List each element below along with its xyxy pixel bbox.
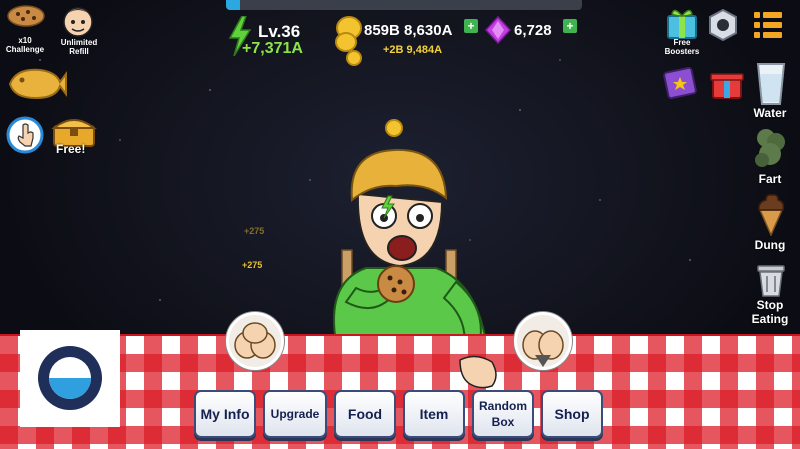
eating-character[interactable] xyxy=(296,142,506,342)
coin-stack-icon xyxy=(335,16,362,66)
fish-pastry-icon xyxy=(8,68,67,100)
flying-coin-icon xyxy=(385,119,403,137)
dung-label: Dung xyxy=(754,238,786,252)
trash-can-icon xyxy=(757,265,785,297)
unlimited-refill-button[interactable] xyxy=(58,3,98,39)
app-logo-icon xyxy=(38,346,102,410)
app-logo-box xyxy=(20,330,120,427)
my-info-button[interactable]: My Info xyxy=(194,390,256,438)
gem-count-text: 6,728 xyxy=(514,22,552,39)
menu-list-button[interactable] xyxy=(752,10,784,40)
tablecloth xyxy=(0,334,800,449)
add-gems-button[interactable]: + xyxy=(563,19,577,33)
random-box-button[interactable]: Random Box xyxy=(472,390,534,438)
fart-label: Fart xyxy=(758,172,782,186)
water-glass-icon xyxy=(756,63,786,105)
gift-box-icon xyxy=(667,9,697,39)
tap-hint-button[interactable] xyxy=(6,116,44,154)
gift-button[interactable] xyxy=(708,64,746,100)
free-label: Free! xyxy=(56,142,86,156)
floating-gain-text: +275 xyxy=(244,226,265,236)
coin-rate-text: +2B 9,484A xyxy=(383,44,443,56)
butt-icon xyxy=(234,322,276,359)
challenge-label: x10 Challenge xyxy=(5,36,45,54)
fart-button[interactable] xyxy=(752,126,790,170)
level-bonus-text: +7,371A xyxy=(242,40,303,57)
red-gift-icon xyxy=(710,73,744,99)
item-button[interactable]: Item xyxy=(403,390,465,438)
level-text: Lv.36 xyxy=(258,22,301,41)
gem-icon xyxy=(484,16,512,44)
dung-button[interactable] xyxy=(754,192,788,237)
book-button[interactable] xyxy=(662,64,700,100)
floating-gain-text: +275 xyxy=(242,260,263,270)
book-icon xyxy=(663,66,697,100)
list-menu-icon xyxy=(754,12,782,38)
character-hand xyxy=(459,355,497,389)
gas-cloud-icon xyxy=(755,129,785,167)
settings-button[interactable] xyxy=(706,8,740,42)
pointing-hand-icon xyxy=(6,116,44,154)
coin-total-text: 859B 8,630A xyxy=(364,22,453,39)
taiyaki-button[interactable] xyxy=(6,66,68,102)
right-butt-bubble-button[interactable] xyxy=(514,312,572,370)
free-boosters-label: Free Boosters xyxy=(664,38,700,56)
character-face-icon xyxy=(63,7,93,37)
add-coins-button[interactable]: + xyxy=(464,19,478,33)
left-butt-bubble-button[interactable] xyxy=(226,312,284,370)
water-button[interactable] xyxy=(754,60,788,106)
food-button[interactable]: Food xyxy=(334,390,396,438)
shop-button[interactable]: Shop xyxy=(541,390,603,438)
hex-nut-icon xyxy=(709,8,737,42)
stop-eating-button[interactable] xyxy=(754,262,788,298)
xp-progress-bar xyxy=(226,0,582,10)
stop-eating-label: Stop Eating xyxy=(751,298,789,326)
free-boosters-button[interactable] xyxy=(664,4,700,40)
challenge-button[interactable] xyxy=(6,4,46,28)
unlimited-refill-label: Unlimited Refill xyxy=(60,38,98,56)
butt-icon xyxy=(522,330,564,367)
ice-cream-cone-icon xyxy=(758,194,785,237)
xp-progress-fill xyxy=(226,0,241,10)
upgrade-button[interactable]: Upgrade xyxy=(263,390,327,438)
cookie-icon xyxy=(7,5,45,27)
water-label: Water xyxy=(753,106,787,120)
